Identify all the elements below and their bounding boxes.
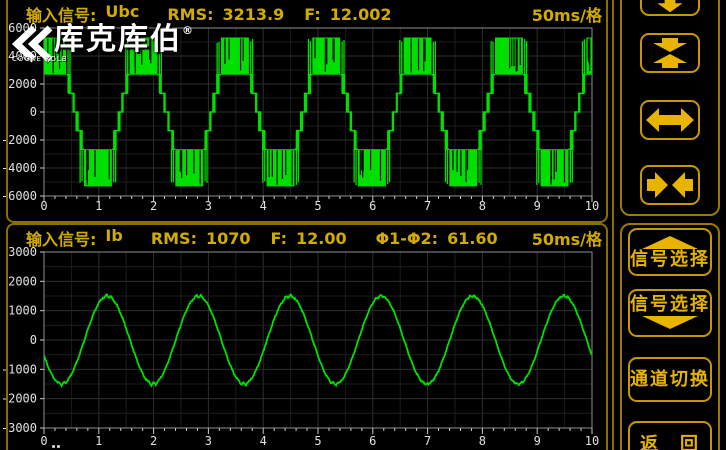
artifact-dots — [52, 445, 55, 448]
svg-text:-1000: -1000 — [1, 362, 37, 376]
channel-switch-label: 通道切换 — [630, 370, 710, 390]
svg-text:9: 9 — [534, 199, 541, 213]
svg-text:2: 2 — [150, 199, 157, 213]
signal-select-down-button[interactable]: 信号选择 — [628, 289, 712, 337]
rms-label: RMS: — [167, 5, 213, 24]
svg-text:9: 9 — [534, 434, 541, 448]
logo-registered-mark: ® — [182, 24, 193, 37]
phase-value: 61.60 — [447, 229, 498, 248]
compress-vertical-button[interactable] — [640, 33, 700, 73]
arrow-up-icon — [638, 234, 702, 250]
svg-text:7: 7 — [424, 434, 431, 448]
svg-text:7: 7 — [424, 199, 431, 213]
bottom-header: 输入信号: Ib RMS: 1070 F: 12.00 Φ1-Φ2: 61.60… — [26, 226, 602, 250]
compress-horizontal-button[interactable] — [640, 165, 700, 205]
rms-label: RMS: — [151, 229, 197, 248]
svg-text:4: 4 — [260, 434, 267, 448]
signal-select-up-label: 信号选择 — [630, 250, 710, 270]
bottom-waveform-chart: 3000200010000-1000-2000-3000012345678910 — [0, 222, 606, 450]
freq-value: 12.00 — [296, 229, 347, 248]
phase-label: Φ1-Φ2: — [376, 229, 439, 248]
arrow-down-icon — [638, 315, 702, 331]
return-button[interactable]: 返 回 — [628, 421, 712, 450]
svg-text:-2000: -2000 — [1, 133, 37, 147]
svg-text:6: 6 — [369, 434, 376, 448]
svg-text:1: 1 — [95, 199, 102, 213]
svg-text:2000: 2000 — [8, 77, 37, 91]
logo-text: 库克库伯 — [54, 22, 182, 58]
return-label: 返 回 — [640, 435, 700, 450]
svg-text:-3000: -3000 — [1, 421, 37, 435]
svg-text:8: 8 — [479, 434, 486, 448]
svg-text:2: 2 — [150, 434, 157, 448]
svg-text:0: 0 — [40, 434, 47, 448]
brand-logo: 库克库伯 ® COOKE KOLB — [8, 22, 193, 63]
svg-text:-6000: -6000 — [1, 189, 37, 203]
svg-text:8: 8 — [479, 199, 486, 213]
svg-text:5: 5 — [314, 434, 321, 448]
channel-switch-button[interactable]: 通道切换 — [628, 357, 712, 402]
svg-text:10: 10 — [585, 434, 599, 448]
svg-text:3: 3 — [205, 199, 212, 213]
svg-text:0: 0 — [30, 105, 37, 119]
svg-text:1: 1 — [95, 434, 102, 448]
oscilloscope-screen: 6000400020000-2000-4000-6000012345678910… — [0, 0, 726, 450]
rms-value: 1070 — [206, 229, 251, 248]
compress-horizontal-icon — [642, 168, 698, 202]
svg-text:5: 5 — [314, 199, 321, 213]
svg-text:6: 6 — [369, 199, 376, 213]
timebase-value: 50ms/格 — [532, 2, 602, 26]
svg-text:0: 0 — [40, 199, 47, 213]
svg-text:0: 0 — [30, 333, 37, 347]
signal-name: Ib — [105, 226, 122, 250]
signal-label: 输入信号: — [26, 226, 96, 250]
svg-text:-2000: -2000 — [1, 392, 37, 406]
compress-vertical-icon — [642, 35, 698, 71]
rms-value: 3213.9 — [223, 5, 285, 24]
expand-vertical-button[interactable] — [640, 0, 700, 16]
expand-horizontal-button[interactable] — [640, 100, 700, 140]
freq-label: F: — [271, 229, 287, 248]
signal-select-up-button[interactable]: 信号选择 — [628, 228, 712, 276]
svg-text:3: 3 — [205, 434, 212, 448]
svg-text:-4000: -4000 — [1, 161, 37, 175]
expand-horizontal-icon — [642, 103, 698, 137]
logo-subtext: COOKE KOLB — [12, 55, 68, 63]
freq-value: 12.002 — [330, 5, 392, 24]
expand-vertical-icon — [642, 0, 698, 14]
sidebar-divider — [612, 0, 614, 450]
svg-text:4: 4 — [260, 199, 267, 213]
signal-select-down-label: 信号选择 — [630, 295, 710, 315]
svg-text:1000: 1000 — [8, 304, 37, 318]
timebase-value: 50ms/格 — [532, 226, 602, 250]
svg-text:10: 10 — [585, 199, 599, 213]
svg-text:2000: 2000 — [8, 274, 37, 288]
freq-label: F: — [304, 5, 320, 24]
